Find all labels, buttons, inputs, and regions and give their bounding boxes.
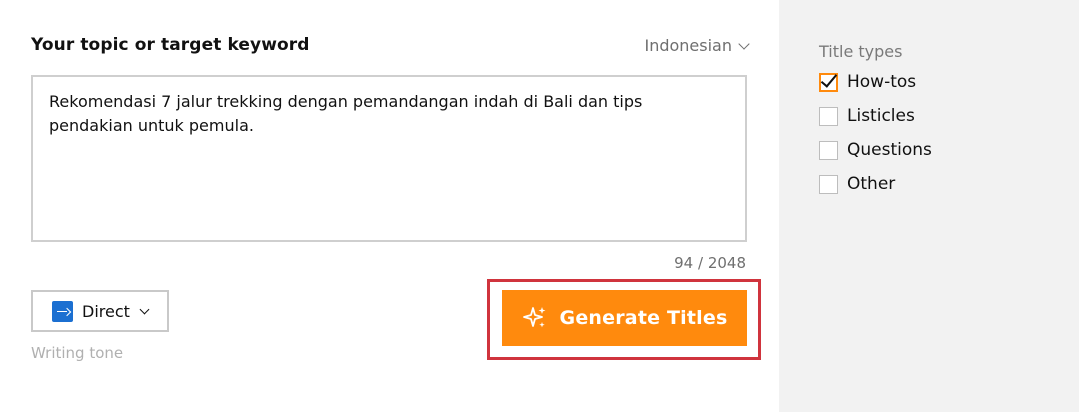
generate-titles-label: Generate Titles: [559, 307, 728, 329]
writing-tone-caption: Writing tone: [31, 344, 124, 362]
tone-value: Direct: [82, 301, 130, 321]
chevron-down-icon: [738, 37, 750, 50]
checkbox-icon[interactable]: [819, 140, 838, 160]
arrow-right-icon: [52, 300, 73, 322]
topic-label: Your topic or target keyword: [31, 35, 310, 55]
title-type-label: Listicles: [847, 106, 915, 126]
title-type-label: Other: [847, 174, 896, 194]
language-select[interactable]: Indonesian: [644, 36, 750, 55]
sparkle-icon: [522, 307, 546, 328]
title-type-label: Questions: [847, 140, 932, 160]
character-counter: 94 / 2048: [674, 254, 746, 272]
topic-text: Rekomendasi 7 jalur trekking dengan pema…: [49, 92, 643, 135]
checkbox-icon[interactable]: [819, 174, 838, 194]
title-type-questions[interactable]: Questions: [819, 140, 932, 160]
title-types-heading: Title types: [819, 42, 903, 61]
title-type-listicles[interactable]: Listicles: [819, 106, 915, 126]
title-types-sidebar: [779, 0, 1079, 412]
title-type-other[interactable]: Other: [819, 174, 895, 194]
generator-panel: Your topic or target keyword Indonesian …: [0, 0, 779, 412]
checkbox-icon[interactable]: [819, 106, 838, 126]
title-type-howtos[interactable]: How-tos: [819, 72, 916, 92]
language-value: Indonesian: [644, 36, 732, 55]
chevron-down-icon: [139, 304, 150, 314]
checkbox-checked-icon[interactable]: [819, 72, 838, 92]
generate-titles-button[interactable]: Generate Titles: [502, 290, 747, 346]
writing-tone-select[interactable]: Direct: [31, 290, 169, 332]
title-type-label: How-tos: [847, 72, 917, 92]
topic-textarea[interactable]: Rekomendasi 7 jalur trekking dengan pema…: [31, 75, 747, 242]
